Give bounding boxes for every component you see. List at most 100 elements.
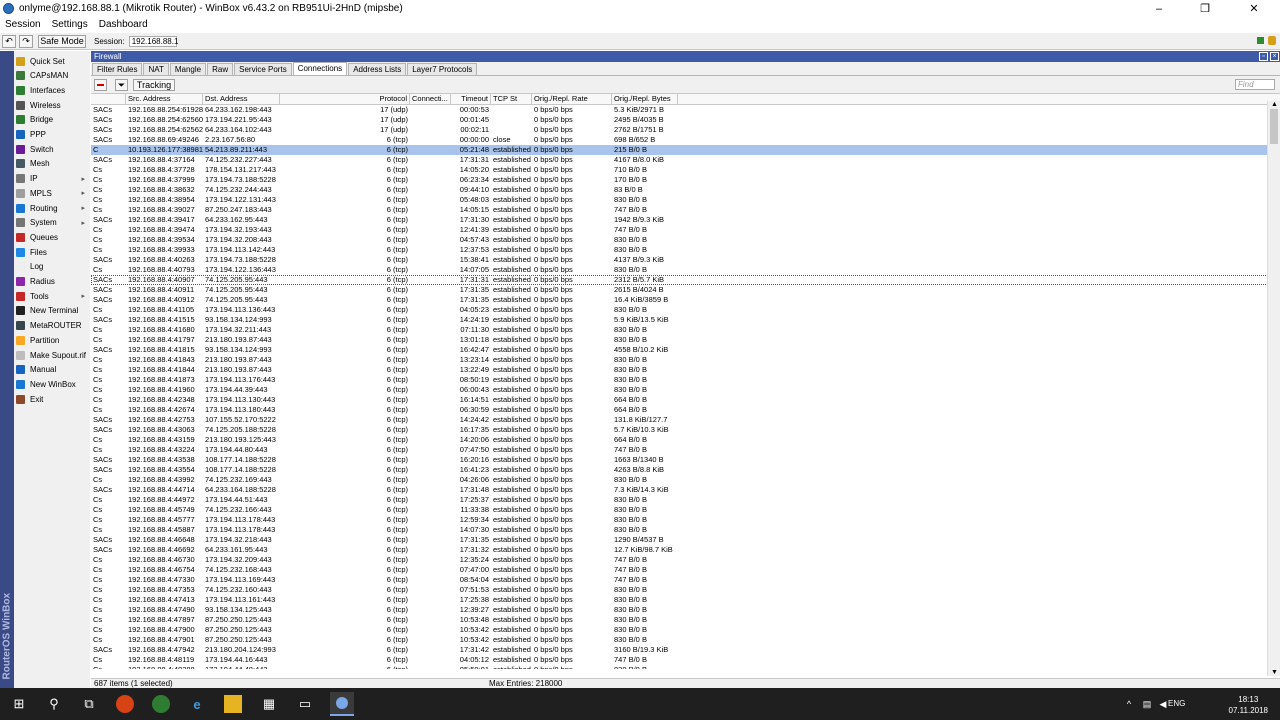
column-header[interactable]: Src. Address — [126, 94, 203, 104]
minimize-button[interactable]: – — [1136, 0, 1182, 17]
table-row[interactable]: SACs 192.168.88.4:37164 74.125.232.227:443… — [91, 155, 1280, 165]
table-row[interactable]: Cs 192.168.88.4:47413 173.194.113.161:443 6… — [91, 595, 1280, 605]
sidebar-item-queues[interactable]: Queues — [16, 230, 90, 244]
file-explorer-icon[interactable] — [224, 695, 242, 713]
remove-button[interactable] — [94, 79, 107, 91]
maximize-button[interactable]: ❐ — [1182, 0, 1228, 17]
tab-connections[interactable]: Connections — [292, 62, 348, 75]
table-row[interactable]: Cs 192.168.88.4:48119 173.194.44.16:443 6 (… — [91, 655, 1280, 665]
firefox-icon[interactable] — [116, 695, 134, 713]
windows-start-icon[interactable]: ⊞ — [10, 695, 28, 713]
table-row[interactable]: SACs 192.168.88.4:47942 213.180.204.124:99… — [91, 645, 1280, 655]
find-input[interactable]: Find — [1235, 79, 1275, 90]
sidebar-item-log[interactable]: Log — [16, 260, 90, 274]
sidebar-item-make-supout-rif[interactable]: Make Supout.rif — [16, 348, 90, 362]
table-row[interactable]: SACs 192.168.88.4:41515 93.158.134.124:993… — [91, 315, 1280, 325]
sidebar-item-new-winbox[interactable]: New WinBox — [16, 377, 90, 391]
table-row[interactable]: SACs 192.168.88.4:46648 173.194.32.218:443… — [91, 535, 1280, 545]
menu-session[interactable]: Session — [5, 19, 41, 30]
table-row[interactable]: SACs 192.168.88.4:40907 74.125.205.95:443 6… — [91, 275, 1280, 285]
sidebar-item-capsman[interactable]: CAPsMAN — [16, 69, 90, 83]
tab-filter-rules[interactable]: Filter Rules — [92, 63, 143, 75]
tab-nat[interactable]: NAT — [143, 63, 169, 75]
sidebar-item-radius[interactable]: Radius — [16, 275, 90, 289]
tray-chevron-icon[interactable]: ^ — [1120, 695, 1138, 713]
table-row[interactable]: C 10.193.126.177:38981 54.213.89.211:443 6 … — [91, 145, 1280, 155]
sidebar-item-metarouter[interactable]: MetaROUTER — [16, 319, 90, 333]
table-row[interactable]: Cs 192.168.88.4:41797 213.180.193.87:443 6 … — [91, 335, 1280, 345]
safe-mode-button[interactable]: Safe Mode — [38, 34, 86, 48]
table-row[interactable]: Cs 192.168.88.4:41680 173.194.32.211:443 6 … — [91, 325, 1280, 335]
table-row[interactable]: Cs 192.168.88.4:41873 173.194.113.176:443 6… — [91, 375, 1280, 385]
table-row[interactable]: Cs 192.168.88.4:47490 93.158.134.125:443 6 … — [91, 605, 1280, 615]
sidebar-item-ip[interactable]: IP ▸ — [16, 172, 90, 186]
table-row[interactable]: Cs 192.168.88.4:47900 87.250.250.125:443 6 … — [91, 625, 1280, 635]
table-row[interactable]: Cs 192.168.88.4:38954 173.194.122.131:443 6… — [91, 195, 1280, 205]
table-row[interactable]: Cs 192.168.88.4:45777 173.194.113.178:443 6… — [91, 515, 1280, 525]
sidebar-item-interfaces[interactable]: Interfaces — [16, 83, 90, 97]
table-row[interactable]: Cs 192.168.88.4:43224 173.194.44.80:443 6 (… — [91, 445, 1280, 455]
table-row[interactable]: Cs 192.168.88.4:41844 213.180.193.87:443 6 … — [91, 365, 1280, 375]
calculator-icon[interactable]: ▦ — [260, 695, 278, 713]
task-view-icon[interactable]: ⧉ — [80, 695, 98, 713]
sidebar-item-mesh[interactable]: Mesh — [16, 157, 90, 171]
terminal-app-icon[interactable]: ▭ — [296, 695, 314, 713]
sidebar-item-mpls[interactable]: MPLS ▸ — [16, 186, 90, 200]
table-row[interactable]: SACs 192.168.88.4:41815 93.158.134.124:993… — [91, 345, 1280, 355]
sidebar-item-wireless[interactable]: Wireless — [16, 98, 90, 112]
table-row[interactable]: SACs 192.168.88.4:43063 74.125.205.188:522… — [91, 425, 1280, 435]
table-row[interactable]: Cs 192.168.88.4:38632 74.125.232.244:443 6 … — [91, 185, 1280, 195]
sidebar-item-bridge[interactable]: Bridge — [16, 113, 90, 127]
menu-dashboard[interactable]: Dashboard — [99, 19, 148, 30]
column-header[interactable]: Connecti... — [410, 94, 451, 104]
column-header[interactable]: Protocol — [280, 94, 410, 104]
table-row[interactable]: SACs 192.168.88.4:40912 74.125.205.95:443 6… — [91, 295, 1280, 305]
edge-icon[interactable]: e — [188, 695, 206, 713]
table-row[interactable]: Cs 192.168.88.4:43992 74.125.232.169:443 6 … — [91, 475, 1280, 485]
table-row[interactable]: SACs 192.168.88.254:61928 64.233.162.198:4… — [91, 105, 1280, 115]
table-row[interactable]: Cs 192.168.88.4:43159 213.180.193.125:443 6… — [91, 435, 1280, 445]
tab-address-lists[interactable]: Address Lists — [348, 63, 407, 75]
table-row[interactable]: Cs 192.168.88.4:46754 74.125.232.168:443 6 … — [91, 565, 1280, 575]
language-indicator[interactable]: ENG — [1168, 699, 1185, 708]
table-row[interactable]: Cs 192.168.88.4:39933 173.194.113.142:443 6… — [91, 245, 1280, 255]
sidebar-item-new-terminal[interactable]: New Terminal — [16, 304, 90, 318]
sidebar-item-manual[interactable]: Manual — [16, 363, 90, 377]
table-row[interactable]: Cs192.168.88.4:48288173.194.44.48:4436 (… — [91, 665, 1280, 669]
winbox-taskbar-icon[interactable] — [330, 692, 354, 716]
window-close-button[interactable]: × — [1270, 52, 1279, 61]
sidebar-item-tools[interactable]: Tools ▸ — [16, 289, 90, 303]
table-row[interactable]: SACs 192.168.88.254:62560 173.194.221.95:4… — [91, 115, 1280, 125]
column-header[interactable]: Orig./Repl. Bytes — [612, 94, 678, 104]
table-row[interactable]: SACs 192.168.88.4:39417 64.233.162.95:443 6… — [91, 215, 1280, 225]
table-row[interactable]: Cs 192.168.88.4:46730 173.194.32.209:443 6 … — [91, 555, 1280, 565]
scroll-down-icon[interactable]: ▼ — [1271, 669, 1278, 676]
table-row[interactable]: SACs 192.168.88.4:46692 64.233.161.95:443 6… — [91, 545, 1280, 555]
table-row[interactable]: SACs 192.168.88.4:40911 74.125.205.95:443 6… — [91, 285, 1280, 295]
tab-raw[interactable]: Raw — [207, 63, 234, 75]
table-row[interactable]: SACs 192.168.88.254:62562 64.233.164.102:4… — [91, 125, 1280, 135]
sidebar-item-switch[interactable]: Switch — [16, 142, 90, 156]
table-row[interactable]: SACs 192.168.88.4:44714 64.233.164.188:522… — [91, 485, 1280, 495]
tab-service-ports[interactable]: Service Ports — [234, 63, 292, 75]
table-row[interactable]: Cs 192.168.88.4:37999 173.194.73.188:5228 6… — [91, 175, 1280, 185]
column-header[interactable]: Dst. Address — [203, 94, 280, 104]
table-row[interactable]: Cs 192.168.88.4:47353 74.125.232.160:443 6 … — [91, 585, 1280, 595]
chrome-icon[interactable] — [152, 695, 170, 713]
session-field[interactable]: 192.168.88.1 — [128, 35, 178, 47]
table-row[interactable]: Cs 192.168.88.4:41960 173.194.44.39:443 6 (… — [91, 385, 1280, 395]
filter-icon[interactable]: ⏷ — [115, 79, 128, 91]
table-row[interactable]: Cs 192.168.88.4:47330 173.194.113.169:443 6… — [91, 575, 1280, 585]
table-row[interactable]: SACs 192.168.88.4:43554 108.177.14.188:522… — [91, 465, 1280, 475]
column-header[interactable] — [91, 94, 126, 104]
column-header[interactable]: Orig./Repl. Rate — [532, 94, 612, 104]
table-row[interactable]: SACs 192.168.88.4:43538 108.177.14.188:522… — [91, 455, 1280, 465]
table-row[interactable]: Cs 192.168.88.4:45887 173.194.113.178:443 6… — [91, 525, 1280, 535]
tab-mangle[interactable]: Mangle — [169, 63, 207, 75]
table-row[interactable]: Cs 192.168.88.4:47901 87.250.250.125:443 6 … — [91, 635, 1280, 645]
table-row[interactable]: Cs 192.168.88.4:45749 74.125.232.166:443 6 … — [91, 505, 1280, 515]
redo-button[interactable]: ↷ — [19, 34, 33, 48]
sidebar-item-files[interactable]: Files — [16, 245, 90, 259]
column-header[interactable]: Timeout — [451, 94, 491, 104]
tab-layer7-protocols[interactable]: Layer7 Protocols — [407, 63, 478, 75]
